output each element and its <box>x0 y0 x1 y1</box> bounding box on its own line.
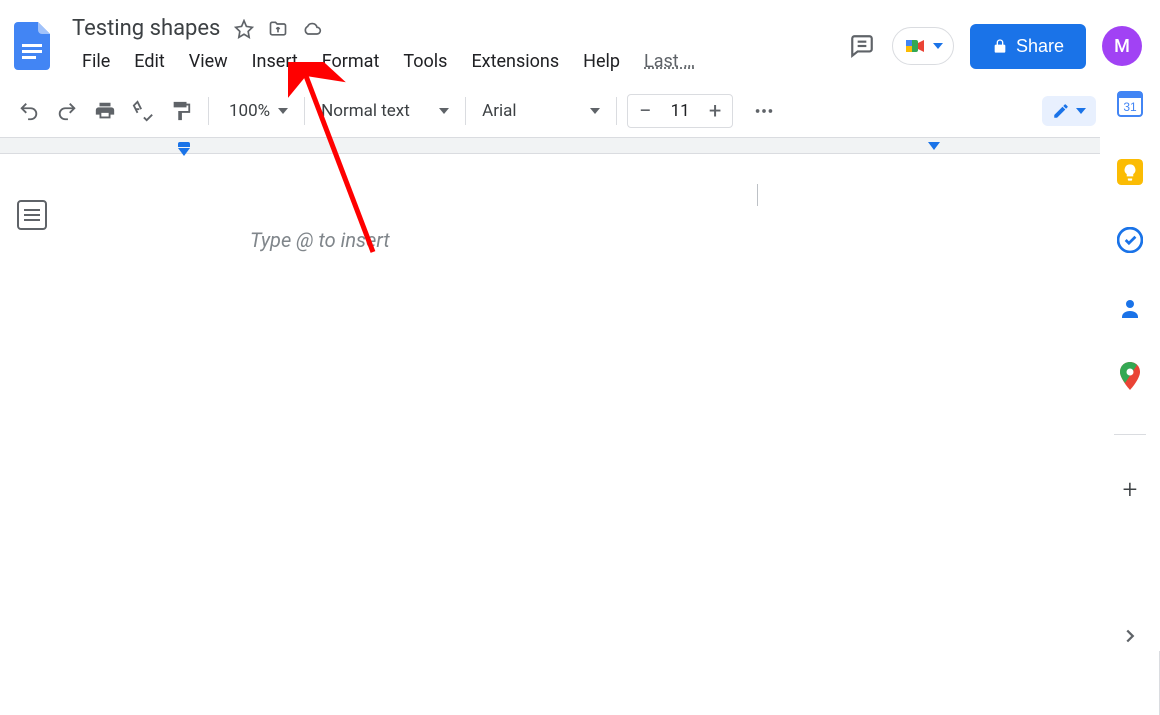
menu-format[interactable]: Format <box>312 47 390 76</box>
print-button[interactable] <box>88 94 122 128</box>
spellcheck-button[interactable] <box>126 94 160 128</box>
get-addons-button[interactable]: + <box>1123 475 1138 505</box>
move-folder-icon[interactable] <box>268 19 288 39</box>
maps-app-icon[interactable] <box>1116 362 1144 390</box>
hide-side-panel-button[interactable] <box>1119 625 1141 651</box>
more-tools-button[interactable] <box>747 94 781 128</box>
right-indent-marker[interactable] <box>928 142 940 150</box>
svg-text:31: 31 <box>1123 100 1137 114</box>
avatar-initial: M <box>1114 36 1130 57</box>
contacts-app-icon[interactable] <box>1116 294 1144 322</box>
menu-file[interactable]: File <box>72 47 120 76</box>
side-panel: 31 + <box>1100 90 1160 651</box>
font-value: Arial <box>482 101 516 121</box>
chevron-down-icon <box>933 43 943 49</box>
account-avatar[interactable]: M <box>1102 26 1142 66</box>
side-panel-divider <box>1114 434 1146 435</box>
redo-button[interactable] <box>50 94 84 128</box>
cloud-saved-icon[interactable] <box>302 19 322 39</box>
chevron-down-icon <box>278 108 288 114</box>
menu-bar: File Edit View Insert Format Tools Exten… <box>72 47 705 76</box>
tasks-app-icon[interactable] <box>1116 226 1144 254</box>
document-canvas[interactable]: Type @ to insert <box>64 154 1160 715</box>
text-caret <box>757 184 758 206</box>
share-label: Share <box>1016 36 1064 57</box>
share-button[interactable]: Share <box>970 24 1086 69</box>
font-size-increase[interactable]: + <box>698 99 732 124</box>
chevron-down-icon <box>439 108 449 114</box>
style-value: Normal text <box>321 101 410 121</box>
insert-hint-placeholder: Type @ to insert <box>250 228 390 252</box>
font-dropdown[interactable]: Arial <box>476 97 606 125</box>
menu-tools[interactable]: Tools <box>393 47 457 76</box>
star-icon[interactable] <box>234 19 254 39</box>
menu-insert[interactable]: Insert <box>242 47 308 76</box>
undo-button[interactable] <box>12 94 46 128</box>
menu-help[interactable]: Help <box>573 47 630 76</box>
style-dropdown[interactable]: Normal text <box>315 97 455 125</box>
formatting-toolbar: 100% Normal text Arial − 11 + <box>0 84 1160 138</box>
zoom-value: 100% <box>225 101 274 121</box>
zoom-dropdown[interactable]: 100% <box>219 97 294 125</box>
keep-app-icon[interactable] <box>1116 158 1144 186</box>
chevron-down-icon <box>1076 108 1086 114</box>
document-outline-button[interactable] <box>17 200 47 230</box>
editing-mode-button[interactable] <box>1042 96 1096 126</box>
docs-app-icon[interactable] <box>12 20 52 72</box>
chevron-down-icon <box>590 108 600 114</box>
menu-edit[interactable]: Edit <box>124 47 174 76</box>
font-size-stepper: − 11 + <box>627 94 733 128</box>
paint-format-button[interactable] <box>164 94 198 128</box>
font-size-decrease[interactable]: − <box>628 99 662 124</box>
calendar-app-icon[interactable]: 31 <box>1116 90 1144 118</box>
menu-extensions[interactable]: Extensions <box>461 47 569 76</box>
font-size-value[interactable]: 11 <box>662 101 698 121</box>
horizontal-ruler[interactable] <box>0 138 1160 154</box>
menu-last-edit[interactable]: Last … <box>634 47 705 76</box>
document-title[interactable]: Testing shapes <box>72 16 220 41</box>
comments-icon[interactable] <box>848 32 876 60</box>
menu-view[interactable]: View <box>179 47 238 76</box>
meet-join-button[interactable] <box>892 27 954 65</box>
